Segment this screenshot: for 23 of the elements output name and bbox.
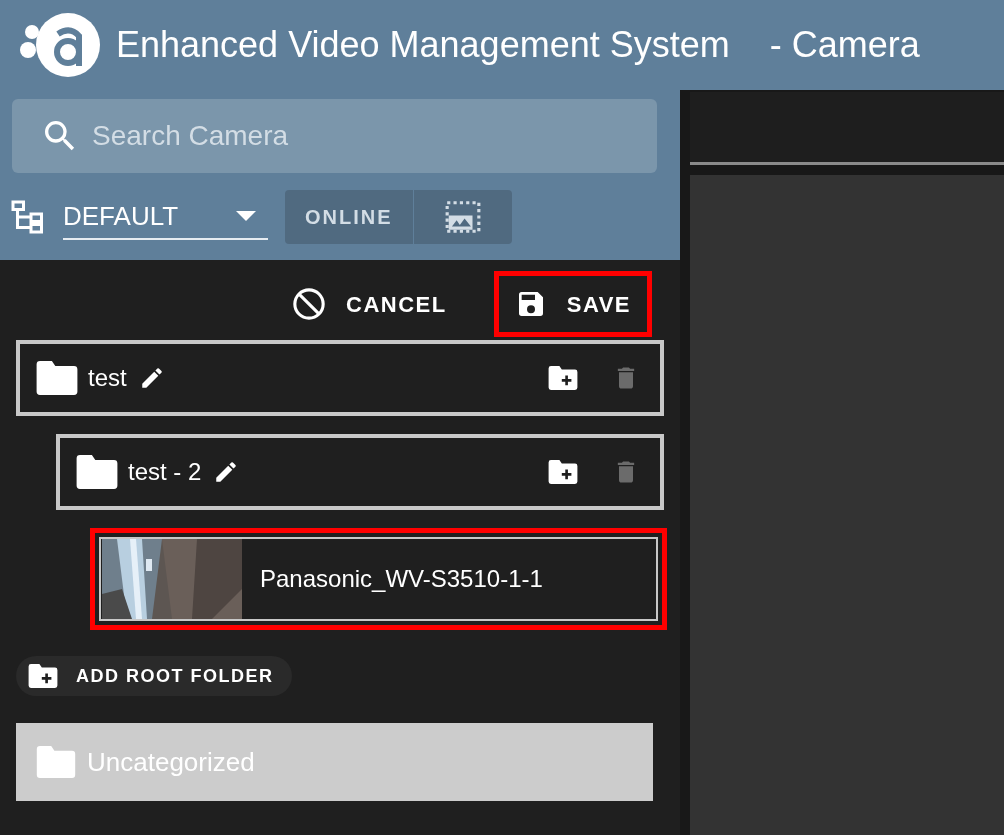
- camera-name: Panasonic_WV-S3510-1-1: [260, 564, 543, 594]
- search-field[interactable]: Search Camera: [12, 99, 657, 173]
- layout-select[interactable]: DEFAULT: [63, 194, 268, 240]
- cancel-button[interactable]: CANCEL: [271, 271, 468, 337]
- folder-row[interactable]: test: [16, 340, 664, 416]
- folder-name: test - 2: [128, 457, 202, 487]
- folder-row[interactable]: test - 2: [56, 434, 664, 510]
- tree-structure-icon: [10, 199, 46, 235]
- add-folder-icon[interactable]: [548, 460, 578, 484]
- logo-icon: [18, 10, 102, 80]
- camera-row[interactable]: Panasonic_WV-S3510-1-1: [90, 528, 667, 630]
- save-button[interactable]: SAVE: [493, 271, 652, 337]
- folder-icon: [35, 746, 77, 778]
- folder-icon: [36, 361, 78, 395]
- add-folder-icon[interactable]: [28, 664, 58, 688]
- folder-name: test: [88, 363, 127, 393]
- dropdown-caret-icon: [236, 211, 256, 221]
- cancel-icon: [292, 287, 327, 321]
- add-folder-icon[interactable]: [548, 366, 578, 390]
- folder-icon: [76, 455, 118, 489]
- add-root-folder-button[interactable]: ADD ROOT FOLDER: [16, 656, 292, 696]
- app-title: Enhanced Video Management System: [116, 23, 730, 67]
- page-title: - Camera: [769, 23, 920, 67]
